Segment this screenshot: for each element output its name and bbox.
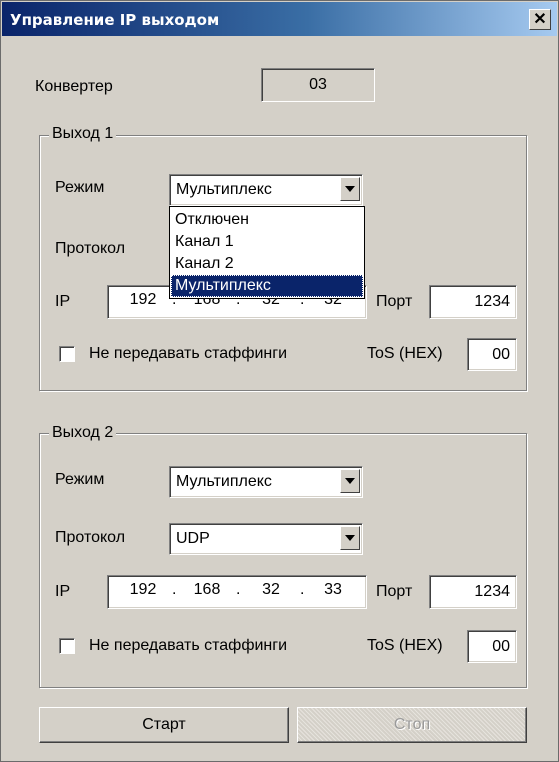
mode-option-channel-2[interactable]: Канал 2 bbox=[171, 253, 363, 275]
chevron-down-icon bbox=[345, 186, 355, 192]
output2-tos-value: 00 bbox=[492, 638, 510, 655]
output2-ip-octet-3: 32 bbox=[262, 581, 280, 598]
output2-stuffing-checkbox[interactable] bbox=[59, 638, 75, 654]
output2-protocol-dropdown-button[interactable] bbox=[340, 526, 360, 550]
dialog-window: Управление IP выходом ✕ Конвертер 03 Вых… bbox=[0, 0, 559, 762]
mode-option-multiplex[interactable]: Мультиплекс bbox=[171, 275, 363, 297]
output2-ip-octet-1: 192 bbox=[129, 581, 157, 598]
output2-port-label: Порт bbox=[376, 583, 413, 600]
output1-group-label: Выход 1 bbox=[49, 125, 117, 143]
output1-port-label: Порт bbox=[376, 293, 413, 310]
output1-stuffing-checkbox[interactable] bbox=[59, 346, 75, 362]
stop-button-label: Стоп bbox=[393, 716, 431, 733]
output2-mode-dropdown-button[interactable] bbox=[340, 469, 360, 493]
chevron-down-icon bbox=[345, 478, 355, 484]
ip-separator: . bbox=[172, 581, 177, 598]
output2-mode-select[interactable]: Мультиплекс bbox=[169, 466, 363, 498]
output1-mode-dropdown-list: Отключен Канал 1 Канал 2 Мультиплекс bbox=[169, 206, 365, 299]
window-title: Управление IP выходом bbox=[10, 11, 220, 29]
mode-option-disabled[interactable]: Отключен bbox=[171, 209, 363, 231]
output1-stuffing-label: Не передавать стаффинги bbox=[89, 345, 288, 362]
output1-mode-dropdown-button[interactable] bbox=[340, 177, 360, 201]
output2-ip-octet-2: 168 bbox=[193, 581, 221, 598]
output1-tos-input[interactable]: 00 bbox=[467, 338, 517, 371]
output2-tos-label: ToS (HEX) bbox=[367, 637, 443, 654]
output2-stuffing-label: Не передавать стаффинги bbox=[89, 637, 288, 654]
output1-mode-value: Мультиплекс bbox=[176, 181, 272, 198]
output1-protocol-label: Протокол bbox=[55, 240, 126, 257]
stop-button[interactable]: Стоп bbox=[297, 707, 527, 743]
output1-mode-select[interactable]: Мультиплекс bbox=[169, 174, 363, 206]
output1-mode-label: Режим bbox=[55, 179, 105, 196]
output2-group-label: Выход 2 bbox=[49, 424, 117, 442]
output2-protocol-label: Протокол bbox=[55, 529, 126, 546]
close-button[interactable]: ✕ bbox=[529, 9, 551, 30]
title-bar[interactable]: Управление IP выходом ✕ bbox=[2, 2, 557, 36]
converter-label: Конвертер bbox=[35, 78, 113, 95]
close-icon: ✕ bbox=[533, 10, 547, 28]
output2-tos-input[interactable]: 00 bbox=[467, 630, 517, 663]
start-button[interactable]: Старт bbox=[39, 707, 289, 743]
output1-ip-octet-1: 192 bbox=[129, 291, 157, 308]
output2-protocol-value: UDP bbox=[176, 530, 210, 547]
output1-tos-value: 00 bbox=[492, 346, 510, 363]
output1-tos-label: ToS (HEX) bbox=[367, 345, 443, 362]
output2-port-input[interactable]: 1234 bbox=[429, 575, 517, 609]
output2-protocol-select[interactable]: UDP bbox=[169, 523, 363, 555]
output1-port-input[interactable]: 1234 bbox=[429, 285, 517, 319]
output2-port-value: 1234 bbox=[474, 583, 510, 600]
start-button-label: Старт bbox=[142, 716, 186, 733]
output2-ip-field[interactable]: 192 . 168 . 32 . 33 bbox=[107, 575, 367, 609]
ip-separator: . bbox=[236, 581, 241, 598]
ip-separator: . bbox=[300, 581, 305, 598]
converter-value: 03 bbox=[309, 76, 327, 93]
converter-field: 03 bbox=[261, 68, 375, 102]
output2-mode-label: Режим bbox=[55, 471, 105, 488]
output2-ip-label: IP bbox=[55, 583, 71, 600]
output1-ip-label: IP bbox=[55, 293, 71, 310]
chevron-down-icon bbox=[345, 535, 355, 541]
output1-port-value: 1234 bbox=[474, 293, 510, 310]
output2-ip-octet-4: 33 bbox=[324, 581, 342, 598]
output2-mode-value: Мультиплекс bbox=[176, 473, 272, 490]
mode-option-channel-1[interactable]: Канал 1 bbox=[171, 231, 363, 253]
